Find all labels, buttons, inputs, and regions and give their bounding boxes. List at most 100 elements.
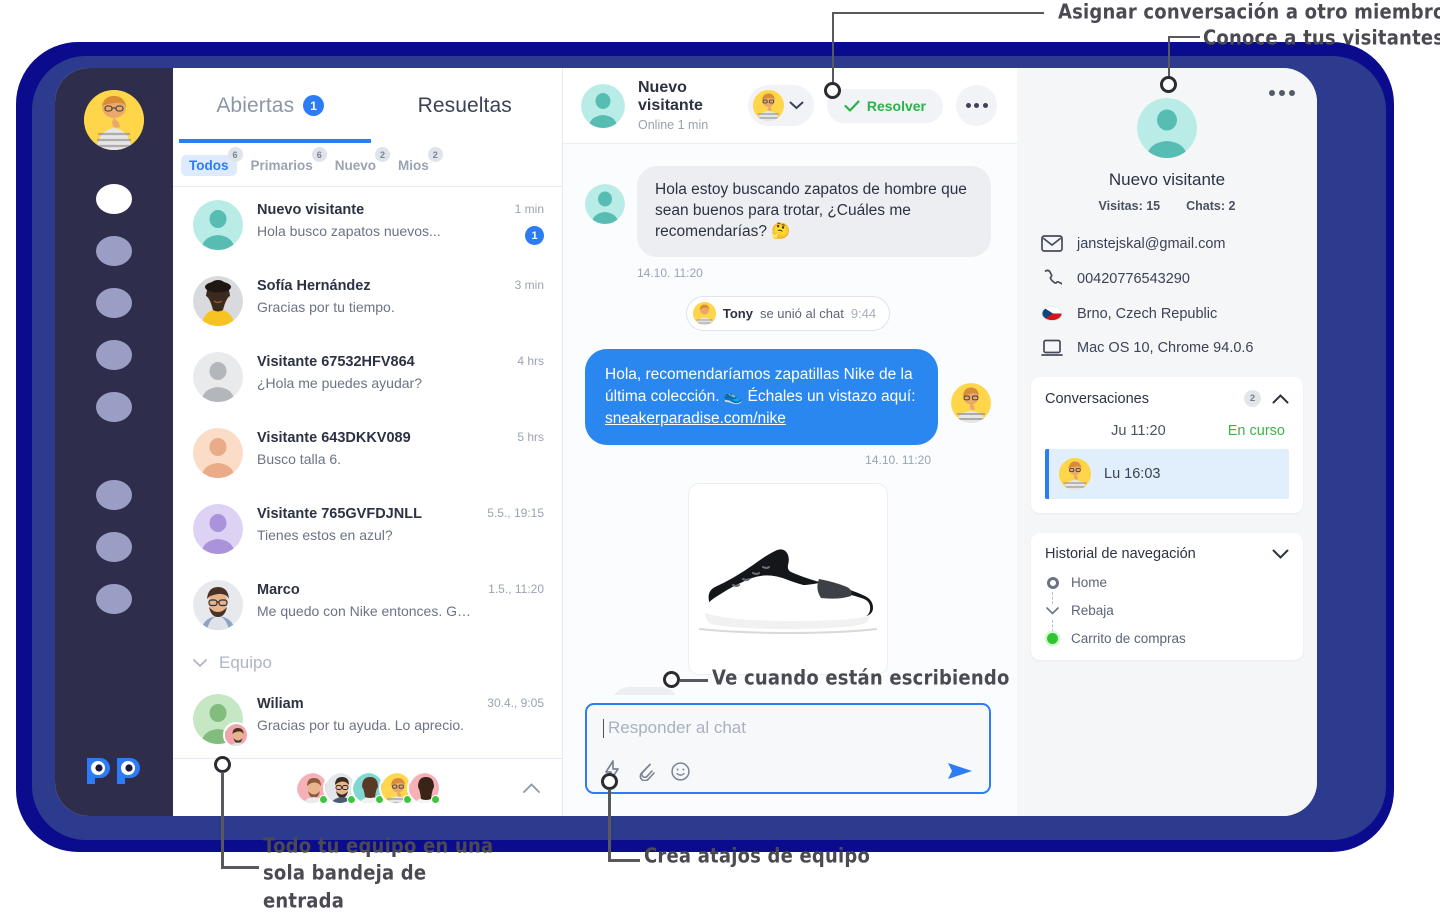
conversation-avatar bbox=[193, 428, 243, 478]
filter-mios[interactable]: Mios 2 bbox=[390, 155, 437, 176]
visitor-phone-value: 00420776543290 bbox=[1077, 271, 1190, 287]
composer-tools bbox=[603, 760, 973, 782]
chevron-down-icon bbox=[193, 659, 207, 668]
conversation-avatar bbox=[193, 504, 243, 554]
team-avatars[interactable] bbox=[295, 771, 441, 805]
assignee-badge-avatar bbox=[223, 722, 249, 748]
visitor-avatar bbox=[1137, 98, 1197, 158]
conversation-item-5[interactable]: Marco Me quedo con Nike entonces. Gracia… bbox=[173, 567, 562, 643]
chat-more-options-icon[interactable] bbox=[956, 85, 997, 126]
visits-label: Visitas: bbox=[1099, 199, 1143, 213]
chevron-up-icon[interactable] bbox=[523, 783, 540, 793]
chat-panel: Nuevo visitante Online 1 min bbox=[563, 68, 1017, 816]
composer-placeholder[interactable]: Responder al chat bbox=[603, 719, 973, 738]
conversations-card-header[interactable]: Conversaciones 2 bbox=[1045, 390, 1289, 407]
assign-conversation-button[interactable] bbox=[748, 85, 814, 126]
tab-resueltas[interactable]: Resueltas bbox=[368, 94, 563, 118]
browsing-history-card-header[interactable]: Historial de navegación bbox=[1045, 546, 1289, 562]
chevron-down-icon[interactable] bbox=[1272, 549, 1289, 559]
shortcuts-icon[interactable] bbox=[603, 760, 621, 782]
conversation-avatar bbox=[193, 694, 243, 744]
conversation-avatar bbox=[193, 580, 243, 630]
info-more-options-icon[interactable] bbox=[1269, 90, 1295, 96]
tab-active-underline bbox=[179, 139, 371, 143]
conversations-card: Conversaciones 2 Ju 11:20 En curso bbox=[1031, 377, 1303, 513]
filter-mios-label: Mios bbox=[398, 158, 429, 173]
message-link[interactable]: sneakerparadise.com/nike bbox=[605, 410, 786, 427]
green-dot-marker-icon bbox=[1045, 633, 1060, 644]
conversation-history-avatar bbox=[1059, 458, 1091, 490]
conversation-preview: Me quedo con Nike entonces. Gracias. bbox=[257, 603, 474, 619]
filter-todos[interactable]: Todos 6 bbox=[181, 155, 237, 176]
nav-dot-6-icon[interactable] bbox=[96, 480, 132, 510]
send-icon[interactable] bbox=[947, 760, 973, 782]
composer[interactable]: Responder al chat bbox=[585, 703, 991, 794]
browsing-history-item-2[interactable]: Carrito de compras bbox=[1045, 631, 1289, 646]
group-header-equipo[interactable]: Equipo bbox=[173, 643, 562, 681]
conversation-item-1[interactable]: Sofía Hernández Gracias por tu tiempo. 3… bbox=[173, 263, 562, 339]
visitor-location-value: Brno, Czech Republic bbox=[1077, 306, 1217, 322]
agent-avatar[interactable] bbox=[84, 90, 144, 150]
filter-todos-label: Todos bbox=[189, 158, 229, 173]
visitor-email-value: janstejskal@gmail.com bbox=[1077, 236, 1226, 252]
typing-indicator bbox=[585, 675, 991, 696]
visitor-visits-stat: Visitas: 15 bbox=[1099, 199, 1161, 213]
chat-header-name: Nuevo visitante bbox=[638, 79, 735, 115]
conversation-scroll[interactable]: Nuevo visitante Hola busco zapatos nuevo… bbox=[173, 187, 562, 758]
conversation-item-team-0[interactable]: Wiliam Gracias por tu ayuda. Lo aprecio.… bbox=[173, 681, 562, 757]
assign-annotation-label: Asignar conversación a otro miembro del … bbox=[1058, 1, 1440, 25]
visitors-annotation-elbow bbox=[1168, 36, 1200, 38]
visitor-location-row[interactable]: Brno, Czech Republic bbox=[1041, 305, 1303, 322]
chevron-up-icon[interactable] bbox=[1272, 394, 1289, 404]
papergo-logo[interactable] bbox=[55, 754, 173, 786]
browsing-history-item-1[interactable]: Rebaja bbox=[1045, 603, 1289, 618]
conversation-name: Sofía Hernández bbox=[257, 278, 501, 294]
tab-abiertas[interactable]: Abiertas 1 bbox=[173, 94, 368, 118]
shortcuts-annotation-elbow bbox=[608, 859, 640, 862]
system-event-name: Tony bbox=[723, 306, 753, 321]
visitor-detail-rows: janstejskal@gmail.com 00420776543290 Brn… bbox=[1031, 235, 1303, 357]
message-timestamp: 14.10. 11:20 bbox=[637, 266, 991, 280]
conversation-list-panel: Abiertas 1 Resueltas Todos 6 Primarios 6… bbox=[173, 68, 563, 816]
emoji-icon[interactable] bbox=[671, 762, 690, 781]
conversation-name: Nuevo visitante bbox=[257, 202, 501, 218]
visitor-name: Nuevo visitante bbox=[1031, 170, 1303, 190]
conversation-name: Visitante 765GVFDJNLL bbox=[257, 506, 473, 522]
conversation-history-row-0[interactable]: Ju 11:20 En curso bbox=[1045, 423, 1289, 439]
conversation-name: Wiliam bbox=[257, 696, 473, 712]
nav-dot-2-icon[interactable] bbox=[96, 236, 132, 266]
visitor-device-value: Mac OS 10, Chrome 94.0.6 bbox=[1077, 340, 1254, 356]
conversation-item-4[interactable]: Visitante 765GVFDJNLL Tienes estos en az… bbox=[173, 491, 562, 567]
nav-dot-1-icon[interactable] bbox=[96, 184, 132, 214]
nav-dot-7-icon[interactable] bbox=[96, 532, 132, 562]
nike-shoe-image[interactable] bbox=[688, 483, 888, 675]
conversation-time: 1 min bbox=[515, 202, 544, 216]
conversation-name: Visitante 67532HFV864 bbox=[257, 354, 503, 370]
visitor-phone-row[interactable]: 00420776543290 bbox=[1041, 269, 1303, 288]
conversation-name: Marco bbox=[257, 582, 474, 598]
browsing-history-title: Historial de navegación bbox=[1045, 546, 1196, 562]
ring-marker-icon bbox=[1045, 577, 1060, 589]
filter-primarios[interactable]: Primarios 6 bbox=[243, 155, 321, 176]
conversation-item-0[interactable]: Nuevo visitante Hola busco zapatos nuevo… bbox=[173, 187, 562, 263]
conversation-item-2[interactable]: Visitante 67532HFV864 ¿Hola me puedes ay… bbox=[173, 339, 562, 415]
browsing-history-item-0[interactable]: Home bbox=[1045, 575, 1289, 590]
conversation-history-row-1[interactable]: Lu 16:03 bbox=[1045, 449, 1289, 499]
attachment-icon[interactable] bbox=[637, 761, 655, 781]
nav-dot-8-icon[interactable] bbox=[96, 584, 132, 614]
conversation-preview: Gracias por tu tiempo. bbox=[257, 299, 501, 315]
nav-dot-5-icon[interactable] bbox=[96, 392, 132, 422]
message-bubble-outgoing: Hola, recomendaríamos zapatillas Nike de… bbox=[585, 349, 938, 445]
visitor-device-row[interactable]: Mac OS 10, Chrome 94.0.6 bbox=[1041, 339, 1303, 357]
team-member-avatar-5[interactable] bbox=[407, 771, 441, 805]
conversation-item-3[interactable]: Visitante 643DKKV089 Busco talla 6. 5 hr… bbox=[173, 415, 562, 491]
visitor-email-row[interactable]: janstejskal@gmail.com bbox=[1041, 235, 1303, 252]
chats-value: 2 bbox=[1229, 199, 1236, 213]
message-agent-avatar bbox=[951, 383, 991, 423]
nav-dot-4-icon[interactable] bbox=[96, 340, 132, 370]
filter-nuevo[interactable]: Nuevo 2 bbox=[327, 155, 384, 176]
conversations-card-title: Conversaciones bbox=[1045, 391, 1149, 407]
nav-dot-3-icon[interactable] bbox=[96, 288, 132, 318]
conversation-time: 3 min bbox=[515, 278, 544, 292]
resolve-button[interactable]: Resolver bbox=[827, 89, 943, 123]
